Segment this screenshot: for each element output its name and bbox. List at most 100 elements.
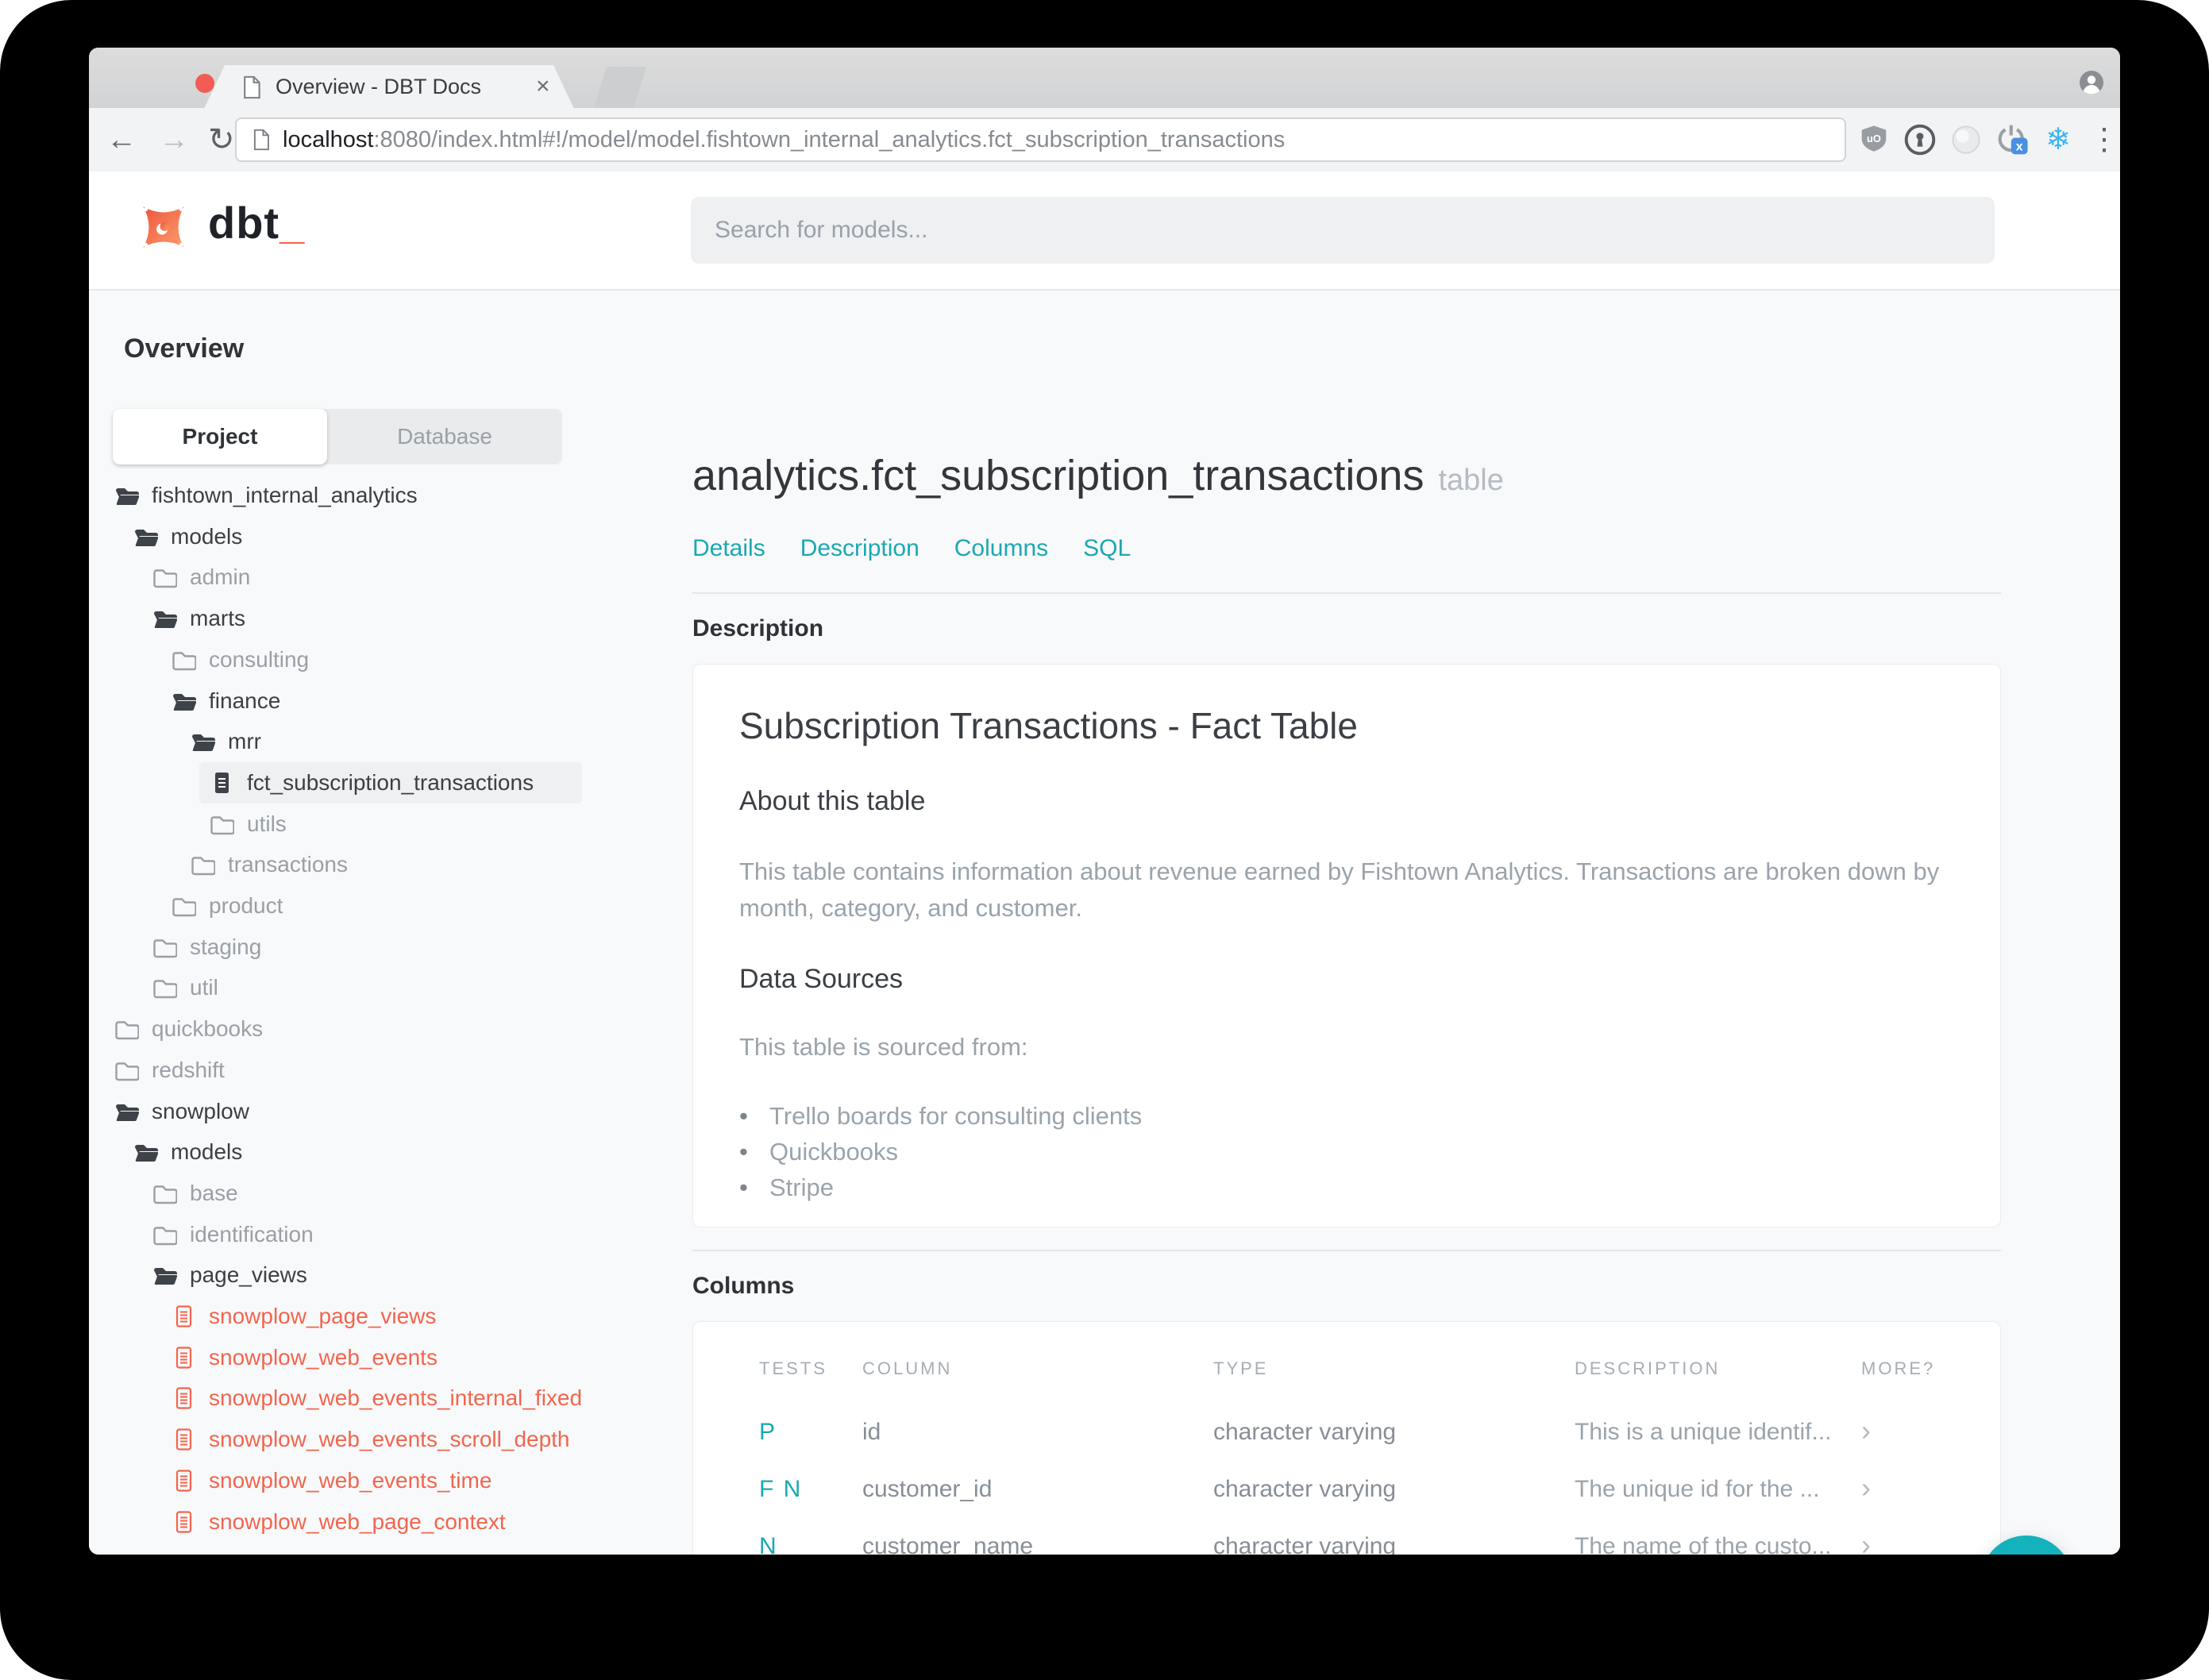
browser-window: Overview - DBT Docs × ← → ↻ localhost:80…	[89, 48, 2120, 1555]
tree-item-label: snowplow_web_events	[209, 1345, 438, 1370]
tree-item-marts[interactable]: marts	[152, 598, 245, 639]
folder-icon	[171, 895, 196, 917]
tree-item-utils[interactable]: utils	[209, 803, 287, 845]
tree-item-label: identification	[190, 1222, 314, 1247]
tree-item-redshift[interactable]: redshift	[114, 1050, 225, 1091]
data-source-item: • Trello boards for consulting clients	[739, 1101, 1143, 1130]
tree-item-fct_subscription_transactions[interactable]: fct_subscription_transactions	[199, 762, 582, 803]
tree-item-page_views[interactable]: page_views	[152, 1254, 307, 1296]
new-tab-button[interactable]	[594, 67, 646, 108]
tree-item-label: snowplow_web_page_context	[209, 1509, 506, 1534]
tree-item-label: quickbooks	[152, 1016, 264, 1041]
address-bar[interactable]: localhost:8080/index.html#!/model/model.…	[235, 118, 1846, 162]
browser-tab[interactable]: Overview - DBT Docs ×	[204, 65, 574, 109]
tree-item-identification[interactable]: identification	[152, 1214, 314, 1255]
column-header-description: DESCRIPTION	[1575, 1358, 1721, 1378]
back-button[interactable]: ←	[106, 122, 137, 157]
table-row-customer_id[interactable]: F N customer_id character varying The uniqu…	[693, 1462, 2000, 1519]
dbt-logo-icon[interactable]	[138, 202, 189, 252]
folder-icon	[152, 1182, 177, 1204]
tree-item-util[interactable]: util	[152, 967, 218, 1008]
column-header-type: TYPE	[1213, 1358, 1269, 1378]
ublock-shield-extension-icon[interactable]: uO	[1856, 122, 1891, 157]
folder-open-icon	[114, 1100, 139, 1123]
search-input[interactable]	[691, 197, 1995, 264]
tree-item-quickbooks[interactable]: quickbooks	[114, 1008, 263, 1050]
tree-item-admin[interactable]: admin	[152, 557, 250, 598]
column-name-cell: id	[862, 1419, 881, 1445]
data-sources-intro: This table is sourced from:	[739, 1033, 1028, 1061]
bullet-icon: •	[739, 1137, 748, 1166]
type-cell: character varying	[1213, 1419, 1397, 1445]
tab-close-icon[interactable]: ×	[536, 73, 550, 100]
file-outline-icon	[171, 1387, 196, 1409]
tree-item-label: util	[190, 975, 218, 1000]
url-path: :8080/index.html#!/model/model.fishtown_…	[373, 126, 1286, 152]
overflow-menu-icon[interactable]: ⋮	[2087, 122, 2120, 157]
tree-item-base[interactable]: base	[152, 1173, 238, 1214]
tree-item-snowplow_page_views[interactable]: snowplow_page_views	[171, 1296, 436, 1337]
tree-item-snowplow_web_page_context[interactable]: snowplow_web_page_context	[171, 1501, 506, 1543]
table-row-id[interactable]: Pid character varying This is a unique ide…	[693, 1404, 2000, 1462]
extension-icons: uO x ❄ ⋮	[1856, 108, 2120, 171]
columns-table-header: TESTS COLUMN TYPE DESCRIPTION MORE?	[693, 1358, 2000, 1390]
power-extension-icon[interactable]: x	[1995, 122, 2030, 157]
reload-button[interactable]: ↻	[208, 122, 235, 157]
tree-item-snowplow_web_events[interactable]: snowplow_web_events	[171, 1337, 438, 1378]
keyhole-extension-icon[interactable]	[1903, 122, 1937, 157]
tree-item-label: fct_subscription_transactions	[247, 770, 534, 795]
tree-item-label: product	[209, 893, 283, 918]
tree-item-transactions[interactable]: transactions	[190, 844, 348, 885]
profile-avatar-icon[interactable]	[2079, 70, 2104, 95]
expand-row-chevron-icon[interactable]: ›	[1861, 1471, 1871, 1505]
tree-item-finance[interactable]: finance	[171, 680, 280, 722]
expand-row-chevron-icon[interactable]: ›	[1861, 1528, 1871, 1555]
file-outline-icon	[171, 1428, 196, 1451]
tree-item-snowplow_web_events_internal_fixed[interactable]: snowplow_web_events_internal_fixed	[171, 1378, 582, 1419]
tree-item-snowplow_web_events_scroll_depth[interactable]: snowplow_web_events_scroll_depth	[171, 1419, 570, 1460]
tree-item-product[interactable]: product	[171, 885, 283, 927]
tests-cell: F N	[759, 1476, 803, 1502]
screenshot-stage: Overview - DBT Docs × ← → ↻ localhost:80…	[0, 0, 2209, 1680]
folder-icon	[209, 813, 234, 835]
folder-open-icon	[133, 1141, 158, 1163]
data-source-item: • Quickbooks	[739, 1137, 898, 1166]
file-solid-icon	[209, 772, 234, 794]
folder-icon	[152, 977, 177, 999]
tree-item-consulting[interactable]: consulting	[171, 639, 309, 680]
tree-item-models[interactable]: models	[133, 516, 242, 557]
tree-item-snowplow_web_events_time[interactable]: snowplow_web_events_time	[171, 1460, 492, 1501]
tree-item-label: snowplow_web_events_scroll_depth	[209, 1427, 570, 1451]
description-section-heading: Description	[692, 615, 824, 642]
data-sources-heading: Data Sources	[739, 964, 903, 994]
nav-link-details[interactable]: Details	[692, 535, 765, 562]
close-window-button[interactable]	[195, 74, 214, 93]
sidebar: Overview Project Database fishtown_inter…	[89, 289, 665, 1555]
bullet-icon: •	[739, 1101, 748, 1130]
columns-section-heading: Columns	[692, 1273, 795, 1299]
nav-link-columns[interactable]: Columns	[954, 535, 1048, 562]
nav-link-sql[interactable]: SQL	[1083, 535, 1131, 562]
tree-item-label: page_views	[190, 1262, 307, 1287]
tree-item-mrr[interactable]: mrr	[190, 721, 261, 762]
table-row-customer_name[interactable]: Ncustomer_name character varying The name …	[693, 1519, 2000, 1555]
tree-item-fishtown_internal_analytics[interactable]: fishtown_internal_analytics	[114, 475, 418, 516]
tree-item-label: models	[171, 1139, 243, 1164]
snowflake-extension-icon[interactable]: ❄	[2041, 122, 2076, 157]
file-outline-icon	[171, 1347, 196, 1369]
page-title: analytics.fct_subscription_transactions t…	[692, 452, 1504, 499]
expand-row-chevron-icon[interactable]: ›	[1861, 1414, 1871, 1447]
tree-item-label: finance	[209, 688, 281, 713]
circle-extension-icon[interactable]	[1949, 122, 1983, 157]
nav-link-description[interactable]: Description	[800, 535, 919, 562]
tree-item-label: base	[190, 1181, 238, 1205]
file-outline-icon	[171, 1305, 196, 1327]
svg-text:uO: uO	[1867, 133, 1881, 144]
tree-item-snowplow[interactable]: snowplow	[114, 1091, 249, 1132]
tree-item-staging[interactable]: staging	[152, 927, 261, 968]
folder-open-icon	[171, 690, 196, 712]
type-cell: character varying	[1213, 1533, 1397, 1555]
dbt-logo-text[interactable]: dbt_	[208, 197, 305, 249]
tree-item-models[interactable]: models	[133, 1131, 242, 1173]
forward-button[interactable]: →	[159, 122, 189, 157]
